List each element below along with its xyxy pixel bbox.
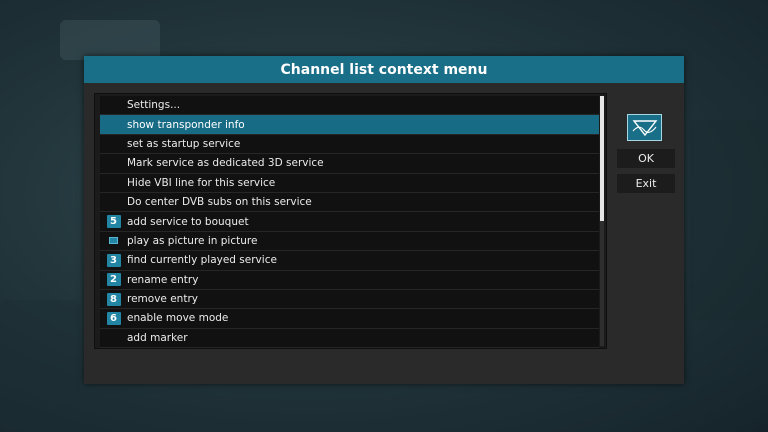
menu-item-label: enable move mode — [127, 312, 229, 325]
number-key-badge: 3 — [106, 253, 121, 267]
menu-item-label: Do center DVB subs on this service — [127, 196, 312, 209]
menu-item[interactable]: Do center DVB subs on this service — [100, 192, 599, 213]
menu-item[interactable]: add marker — [100, 328, 599, 349]
menu-item-label: rename entry — [127, 273, 199, 286]
menu-item[interactable]: 6 enable move mode — [100, 309, 599, 329]
menu-item-key-slot — [100, 232, 127, 250]
menu-item-key-slot — [100, 154, 127, 172]
menu-item-key-slot: 8 — [100, 290, 127, 308]
menu-item-label: remove entry — [127, 293, 198, 306]
menu-item[interactable]: 3 find currently played service — [100, 251, 599, 271]
menu-item[interactable]: 5 add service to bouquet — [100, 212, 599, 232]
menu-item-key-slot: 2 — [100, 271, 127, 289]
menu-item[interactable]: set as startup service — [100, 134, 599, 155]
ok-button[interactable]: OK — [617, 149, 675, 168]
background-decoration — [690, 120, 768, 320]
menu-item[interactable]: Hide VBI line for this service — [100, 173, 599, 193]
menu-item-label: set as startup service — [127, 137, 241, 150]
scrollbar[interactable] — [600, 96, 604, 346]
exit-button[interactable]: Exit — [617, 174, 675, 193]
pip-icon — [109, 237, 118, 245]
menu-item-label: Hide VBI line for this service — [127, 176, 276, 189]
menu-item-key-slot — [100, 329, 127, 347]
picture-frame-logo-icon — [627, 114, 662, 141]
menu-item-key-slot — [100, 174, 127, 192]
menu-item[interactable]: Mark service as dedicated 3D service — [100, 154, 599, 174]
menu-item-key-slot: 6 — [100, 309, 127, 327]
scrollbar-thumb[interactable] — [600, 96, 604, 221]
number-key-badge: 5 — [106, 215, 121, 229]
menu-list-frame: Settings... show transponder info set as s… — [94, 93, 607, 349]
menu-item[interactable]: show transponder info — [100, 115, 599, 135]
menu-item[interactable]: Settings... — [100, 96, 599, 116]
dialog-title: Channel list context menu — [84, 56, 684, 83]
menu-item-key-slot — [100, 193, 127, 211]
context-menu-dialog: Channel list context menu Settings... sho… — [84, 56, 684, 384]
menu-item[interactable]: play as picture in picture — [100, 231, 599, 252]
background-decoration — [60, 20, 160, 60]
number-key-badge: 6 — [106, 311, 121, 325]
menu-item-key-slot: 3 — [100, 251, 127, 269]
background-decoration — [0, 300, 80, 432]
menu-item-label: find currently played service — [127, 254, 277, 267]
menu-list: Settings... show transponder info set as s… — [100, 96, 599, 349]
menu-item-label: add service to bouquet — [127, 215, 249, 228]
menu-item-key-slot — [100, 135, 127, 153]
menu-item[interactable]: 2 rename entry — [100, 270, 599, 290]
menu-item-label: add marker — [127, 331, 188, 344]
menu-item-key-slot: 5 — [100, 212, 127, 230]
menu-item-key-slot — [100, 115, 127, 133]
menu-item-label: show transponder info — [127, 118, 245, 131]
menu-item[interactable]: 8 remove entry — [100, 289, 599, 310]
menu-item-label: Mark service as dedicated 3D service — [127, 157, 324, 170]
menu-item-label: play as picture in picture — [127, 234, 258, 247]
menu-item-key-slot — [100, 96, 127, 114]
number-key-badge: 2 — [106, 273, 121, 287]
number-key-badge: 8 — [106, 292, 121, 306]
menu-item-label: Settings... — [127, 99, 181, 112]
